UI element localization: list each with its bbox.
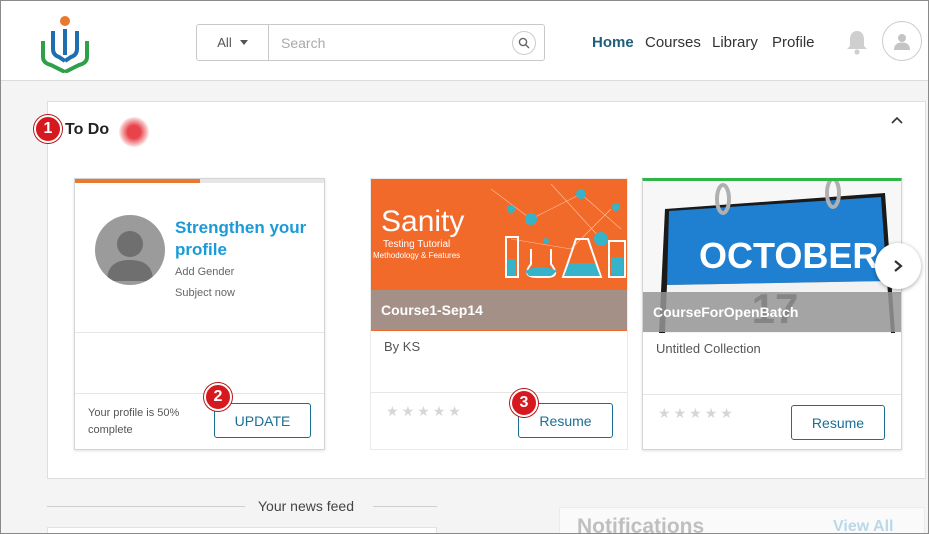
notifications-title: Notifications: [577, 515, 705, 534]
nav-home[interactable]: Home: [592, 34, 634, 51]
chevron-up-icon[interactable]: [890, 114, 904, 128]
user-icon: [894, 34, 910, 50]
divider: [75, 393, 324, 394]
profile-item-gender: Add Gender: [175, 266, 235, 278]
star-icon: ★: [417, 403, 430, 419]
search-icon: [518, 37, 530, 49]
search-input[interactable]: [269, 25, 512, 60]
thumbnail-title-text: OCTOBER: [699, 235, 879, 276]
profile-placeholder-image: [95, 215, 165, 285]
view-all-link[interactable]: View All: [833, 518, 893, 533]
search-category-dropdown[interactable]: All: [197, 25, 269, 60]
nav-library[interactable]: Library: [712, 34, 758, 51]
divider: [47, 506, 245, 507]
step-badge-2: 2: [204, 383, 232, 411]
search-category-label: All: [217, 35, 232, 50]
app-window: All Home Courses Library Profile: [0, 0, 929, 534]
star-icon: ★: [432, 403, 446, 419]
thumbnail-subtitle-text: Methodology & Features: [373, 251, 461, 260]
star-icon: ★: [658, 405, 671, 421]
rating-stars: ★ ★ ★ ★ ★: [658, 405, 733, 422]
chevron-down-icon: [239, 40, 248, 45]
divider: [643, 394, 901, 395]
top-header: All Home Courses Library Profile: [1, 1, 928, 81]
course-author: By KS: [384, 339, 421, 354]
divider: [371, 392, 627, 393]
divider: [373, 506, 437, 507]
user-avatar-button[interactable]: [882, 21, 922, 61]
course-name: CourseForOpenBatch: [643, 292, 901, 332]
nav-profile[interactable]: Profile: [772, 34, 815, 51]
step-badge-1: 1: [34, 115, 62, 143]
thumbnail-subtitle-text: Testing Tutorial: [383, 239, 451, 250]
search-button[interactable]: [512, 31, 536, 55]
course-card[interactable]: Sanity Testing Tutorial Methodology & Fe…: [370, 178, 628, 450]
star-icon: ★: [386, 403, 399, 419]
course-card[interactable]: 17 OCTOBER CourseForOpenBatch Untitled C…: [642, 178, 902, 450]
star-icon: ★: [689, 405, 702, 421]
divider: [75, 332, 324, 333]
news-feed-label: Your news feed: [258, 498, 354, 514]
star-icon: ★: [448, 403, 461, 419]
star-icon: ★: [720, 405, 733, 421]
star-icon: ★: [401, 403, 415, 419]
course-name: Course1-Sep14: [371, 290, 627, 330]
news-feed-panel: [47, 527, 437, 533]
search-bar: All: [196, 24, 545, 61]
profile-card-title: Strengthen your profile: [175, 218, 307, 259]
app-logo[interactable]: [41, 15, 93, 73]
profile-completion-text: Your profile is 50% complete: [88, 407, 180, 436]
bell-icon[interactable]: [845, 29, 869, 55]
todo-title: To Do: [65, 121, 110, 138]
notification-dot: [119, 117, 149, 147]
chevron-right-icon: [894, 260, 903, 272]
profile-item-subject: Subject now: [175, 287, 235, 299]
course-collection: Untitled Collection: [656, 341, 761, 356]
profile-completion-card: Strengthen your profile Add Gender Subje…: [74, 178, 325, 450]
star-icon: ★: [704, 405, 718, 421]
star-icon: ★: [673, 405, 687, 421]
step-badge-3: 3: [510, 389, 538, 417]
progress-fill: [75, 179, 200, 183]
rating-stars: ★ ★ ★ ★ ★: [386, 403, 461, 420]
update-button[interactable]: UPDATE: [214, 403, 311, 438]
carousel-next-button[interactable]: [875, 243, 921, 289]
thumbnail-title-text: Sanity: [381, 205, 465, 238]
nav-courses[interactable]: Courses: [645, 34, 701, 51]
resume-button[interactable]: Resume: [791, 405, 885, 440]
